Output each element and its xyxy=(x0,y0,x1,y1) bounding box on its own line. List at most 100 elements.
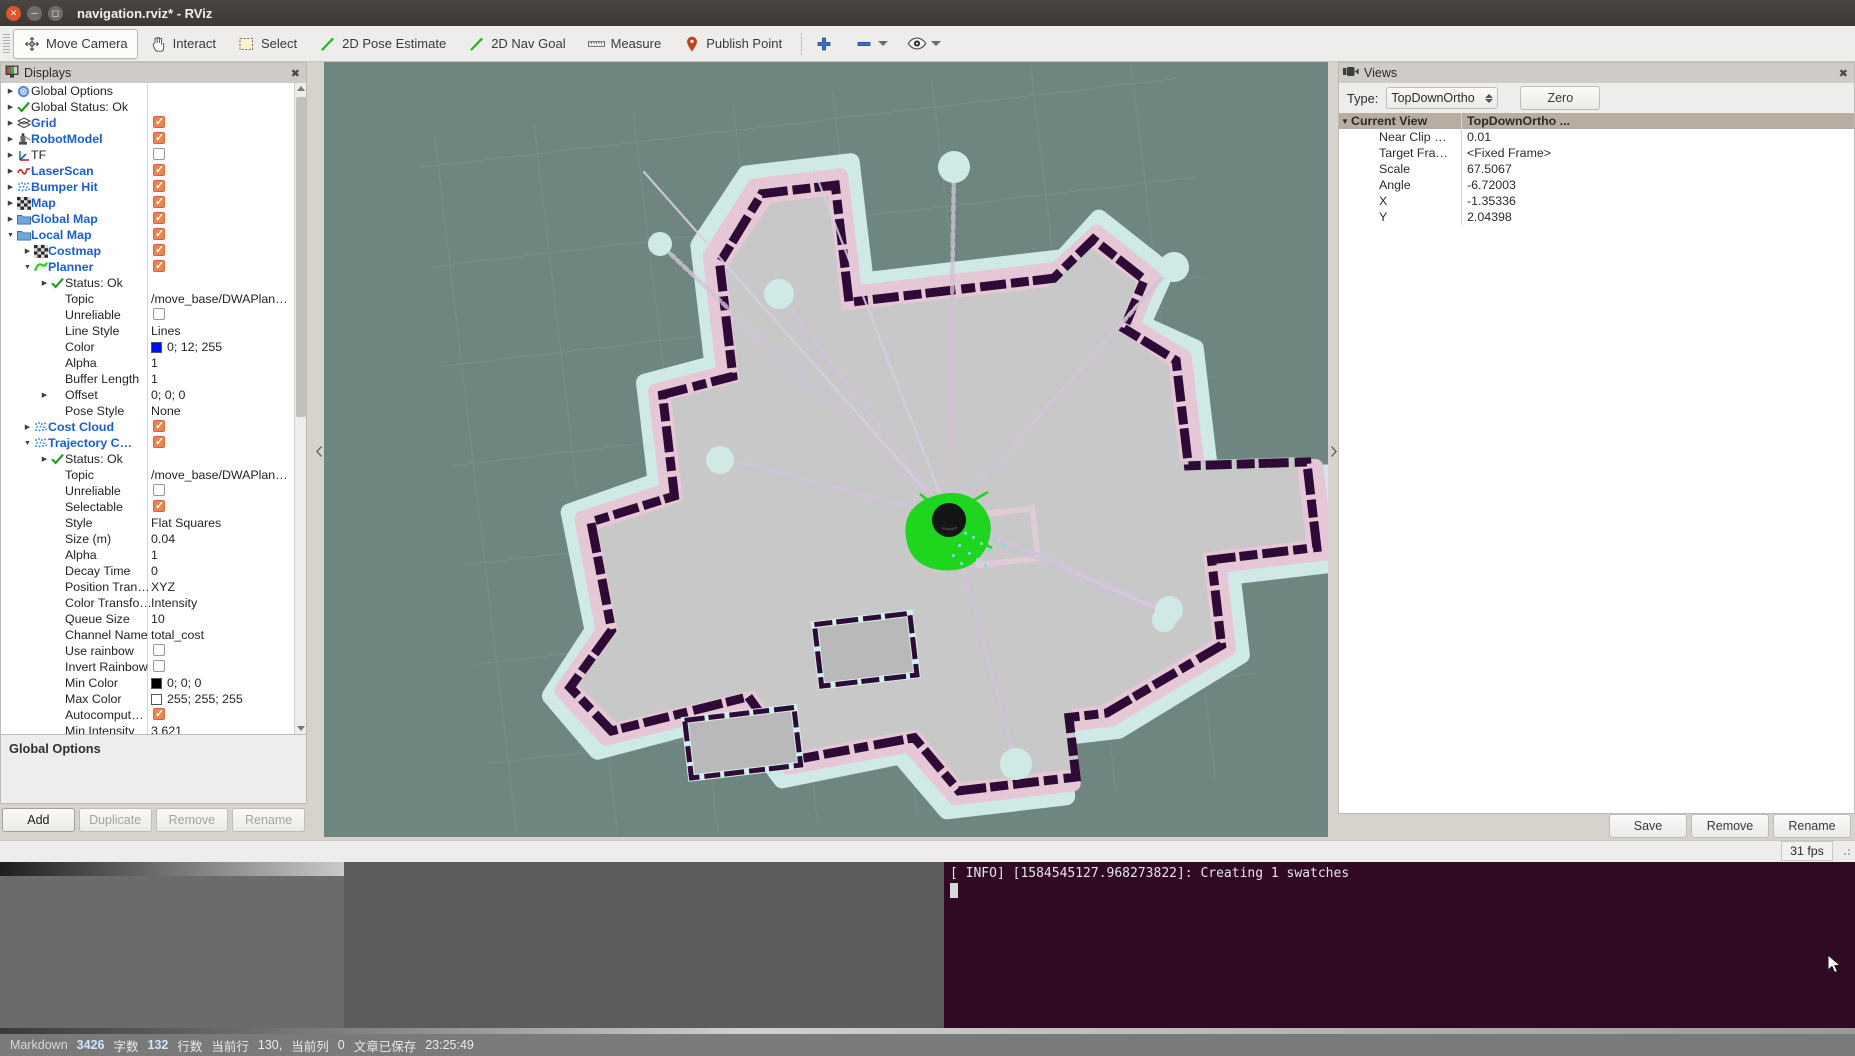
display-tree-row[interactable]: ▶ Map xyxy=(1,195,306,211)
display-tree-row[interactable]: Color Transfo… Intensity xyxy=(1,595,306,611)
display-tree-row[interactable]: Topic/move_base/DWAPlan… xyxy=(1,291,306,307)
view-property-row[interactable]: Target Fra… <Fixed Frame> xyxy=(1339,145,1854,161)
visibility-checkbox[interactable] xyxy=(153,243,165,259)
chevron-right-icon[interactable]: ▶ xyxy=(5,87,16,95)
duplicate-button[interactable]: Duplicate xyxy=(78,808,152,832)
chevron-down-icon[interactable]: ▼ xyxy=(22,264,33,271)
remove-tool-chevron-down-icon[interactable] xyxy=(878,41,889,46)
chevron-right-icon[interactable]: ▶ xyxy=(5,119,16,127)
chevron-right-icon[interactable]: ▶ xyxy=(22,247,33,255)
visibility-checkbox[interactable] xyxy=(153,227,165,243)
views-remove-button[interactable]: Remove xyxy=(1691,814,1769,838)
display-tree-row[interactable]: ▶ Cost Cloud xyxy=(1,419,306,435)
display-property-value[interactable]: 10 xyxy=(151,612,165,626)
add-button[interactable]: Add xyxy=(2,808,75,832)
right-dock-collapse-handle[interactable] xyxy=(1328,440,1338,462)
display-tree-row[interactable]: ▶ Status: Ok xyxy=(1,451,306,467)
display-tree-row[interactable]: ▶ Grid xyxy=(1,115,306,131)
display-property-value[interactable]: 0; 0; 0 xyxy=(151,388,185,402)
view-property-value[interactable]: -1.35336 xyxy=(1461,194,1516,208)
view-table-header[interactable]: ▼ Current View TopDownOrtho ... xyxy=(1339,113,1854,129)
close-icon[interactable]: ✕ xyxy=(6,5,21,21)
display-property-value[interactable]: Intensity xyxy=(151,596,197,610)
display-tree-row[interactable]: ▶ Global Map xyxy=(1,211,306,227)
display-tree-row[interactable]: Topic/move_base/DWAPlan… xyxy=(1,467,306,483)
chevron-right-icon[interactable]: ▶ xyxy=(22,423,33,431)
display-property-value[interactable]: Lines xyxy=(151,324,181,338)
view-property-value[interactable]: -6.72003 xyxy=(1461,178,1516,192)
display-tree-row[interactable]: ▶ Global Options xyxy=(1,83,306,99)
chevron-right-icon[interactable]: ▶ xyxy=(39,279,50,287)
display-tree-row[interactable]: Queue Size 10 xyxy=(1,611,306,627)
visibility-checkbox[interactable] xyxy=(153,147,165,163)
visibility-checkbox[interactable] xyxy=(153,499,165,515)
visibility-checkbox[interactable] xyxy=(153,195,165,211)
display-tree-row[interactable]: Size (m) 0.04 xyxy=(1,531,306,547)
display-property-value[interactable]: 1 xyxy=(151,548,158,562)
display-tree-row[interactable]: Buffer Length 1 xyxy=(1,371,306,387)
visibility-checkbox[interactable] xyxy=(153,259,165,275)
maximize-icon[interactable]: ◻ xyxy=(48,5,63,21)
display-tree-row[interactable]: Invert Rainbow xyxy=(1,659,306,675)
visibility-checkbox[interactable] xyxy=(153,211,165,227)
display-tree-row[interactable]: Max Color 255; 255; 255 xyxy=(1,691,306,707)
chevron-right-icon[interactable]: ▶ xyxy=(5,215,16,223)
chevron-right-icon[interactable]: ▶ xyxy=(5,103,16,111)
chevron-down-icon[interactable]: ▼ xyxy=(22,440,33,447)
display-color-value[interactable]: 0; 12; 255 xyxy=(151,340,222,354)
tool-interact[interactable]: Interact xyxy=(140,29,226,59)
view-type-select[interactable]: TopDownOrtho xyxy=(1386,87,1499,109)
chevron-down-icon[interactable]: ▼ xyxy=(1339,117,1351,126)
display-tree-row[interactable]: Style Flat Squares xyxy=(1,515,306,531)
visibility-checkbox[interactable] xyxy=(153,179,165,195)
display-property-value[interactable]: 1 xyxy=(151,372,158,386)
view-property-row[interactable]: Scale 67.5067 xyxy=(1339,161,1854,177)
close-icon[interactable]: ✖ xyxy=(1837,67,1850,80)
close-icon[interactable]: ✖ xyxy=(289,67,302,80)
view-column-divider[interactable] xyxy=(1461,113,1462,225)
spinner-icon[interactable] xyxy=(1485,93,1494,103)
visibility-checkbox[interactable] xyxy=(153,131,165,147)
visibility-checkbox[interactable] xyxy=(153,163,165,179)
display-tree-row[interactable]: Min Color 0; 0; 0 xyxy=(1,675,306,691)
toolbar-grip[interactable] xyxy=(3,33,10,54)
display-tree-row[interactable]: Alpha 1 xyxy=(1,547,306,563)
display-tree-row[interactable]: Line Style Lines xyxy=(1,323,306,339)
chevron-right-icon[interactable]: ▶ xyxy=(5,199,16,207)
display-tree-row[interactable]: Position Tran… XYZ xyxy=(1,579,306,595)
visibility-eye-icon[interactable] xyxy=(904,31,930,57)
visibility-chevron-down-icon[interactable] xyxy=(931,41,942,46)
view-properties-table[interactable]: ▼ Current View TopDownOrtho ... Near Cli… xyxy=(1339,113,1854,225)
view-property-row[interactable]: X -1.35336 xyxy=(1339,193,1854,209)
display-property-value[interactable]: None xyxy=(151,404,181,418)
views-rename-button[interactable]: Rename xyxy=(1773,814,1851,838)
scroll-up-icon[interactable] xyxy=(297,86,305,91)
scrollbar-thumb[interactable] xyxy=(296,97,306,417)
zero-button[interactable]: Zero xyxy=(1520,86,1601,110)
display-property-value[interactable]: /move_base/DWAPlan… xyxy=(151,468,288,482)
display-property-value[interactable]: Flat Squares xyxy=(151,516,221,530)
chevron-right-icon[interactable]: ▶ xyxy=(5,135,16,143)
3d-render-view[interactable] xyxy=(324,62,1328,837)
visibility-checkbox[interactable] xyxy=(153,643,165,659)
display-property-value[interactable]: 0.04 xyxy=(151,532,175,546)
chevron-right-icon[interactable]: ▶ xyxy=(5,151,16,159)
display-tree-row[interactable]: ▼ Planner xyxy=(1,259,306,275)
display-tree-row[interactable]: ▶ Costmap xyxy=(1,243,306,259)
view-property-row[interactable]: Angle -6.72003 xyxy=(1339,177,1854,193)
display-tree-row[interactable]: ▶ LaserScan xyxy=(1,163,306,179)
display-tree-row[interactable]: ▶ Bumper Hit xyxy=(1,179,306,195)
minimize-icon[interactable]: ─ xyxy=(27,5,42,21)
display-tree-row[interactable]: ▶ Global Status: Ok xyxy=(1,99,306,115)
display-tree-row[interactable]: ▶ Offset 0; 0; 0 xyxy=(1,387,306,403)
display-tree-row[interactable]: Alpha 1 xyxy=(1,355,306,371)
display-property-value[interactable]: /move_base/DWAPlan… xyxy=(151,292,288,306)
visibility-checkbox[interactable] xyxy=(153,115,165,131)
terminal-console[interactable]: [ INFO] [1584545127.968273822]: Creating… xyxy=(944,862,1855,1034)
scroll-down-icon[interactable] xyxy=(297,726,305,731)
visibility-checkbox[interactable] xyxy=(153,707,165,723)
display-property-value[interactable]: 0 xyxy=(151,564,158,578)
remove-button[interactable]: Remove xyxy=(155,808,229,832)
display-tree-row[interactable]: ▼ Trajectory C… xyxy=(1,435,306,451)
display-tree-row[interactable]: Unreliable xyxy=(1,483,306,499)
